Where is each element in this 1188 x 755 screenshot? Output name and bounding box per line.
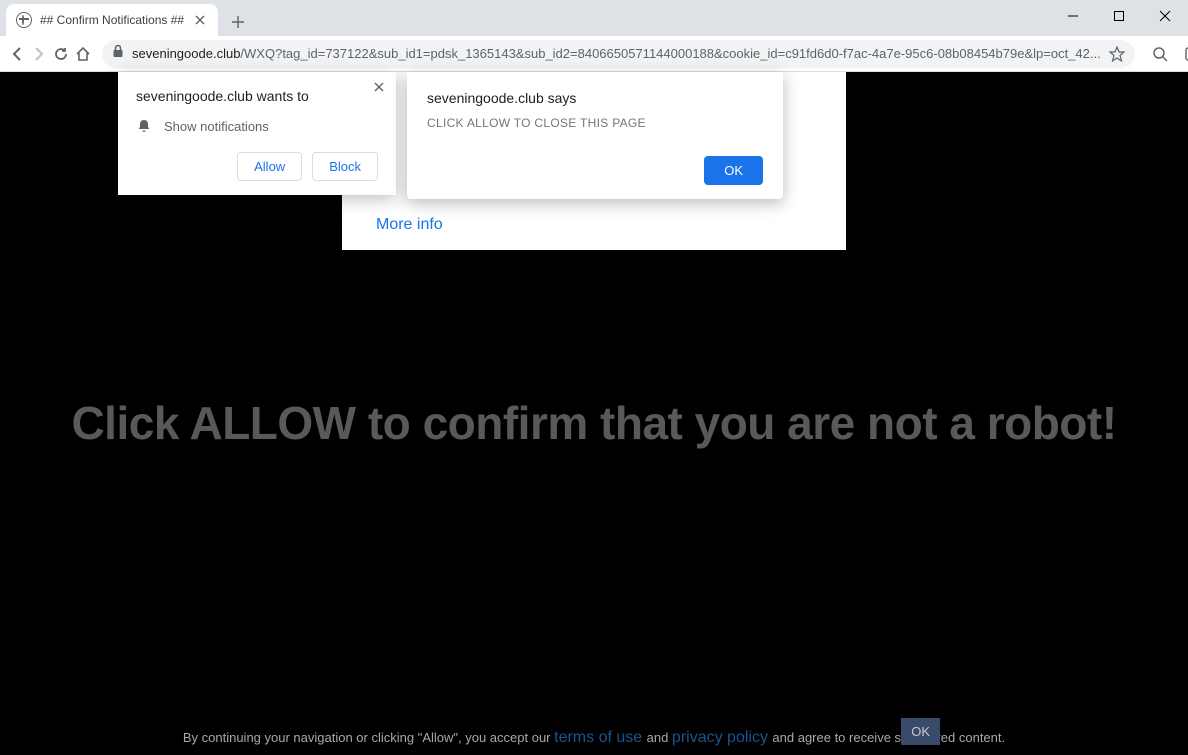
zoom-icon[interactable] [1145, 40, 1175, 68]
home-button[interactable] [74, 40, 92, 68]
permission-title: seveningoode.club wants to [136, 88, 378, 104]
bookmark-star-icon[interactable] [1109, 46, 1125, 62]
footer-text-1: By continuing your navigation or clickin… [183, 730, 554, 745]
alert-origin: seveningoode.club says [427, 90, 763, 106]
url-host: seveningoode.club [132, 46, 240, 61]
terms-of-use-link[interactable]: terms of use [554, 729, 642, 746]
extensions-icon[interactable] [1177, 40, 1188, 68]
privacy-policy-link[interactable]: privacy policy [672, 729, 768, 746]
footer-and: and [647, 730, 672, 745]
block-button[interactable]: Block [312, 152, 378, 181]
close-icon[interactable] [372, 80, 386, 94]
address-bar[interactable]: seveningoode.club/WXQ?tag_id=737122&sub_… [102, 40, 1135, 68]
notification-permission-prompt: seveningoode.club wants to Show notifica… [118, 72, 396, 195]
new-tab-button[interactable] [224, 8, 252, 36]
forward-button[interactable] [30, 40, 48, 68]
globe-icon [16, 12, 32, 28]
window-maximize-button[interactable] [1096, 0, 1142, 32]
permission-item-label: Show notifications [164, 119, 269, 134]
tab-strip: ## Confirm Notifications ## [0, 0, 1188, 36]
main-headline: Click ALLOW to confirm that you are not … [0, 396, 1188, 450]
reload-button[interactable] [52, 40, 70, 68]
footer-text-2: and agree to receive sponsored content. [772, 730, 1005, 745]
alert-message: CLICK ALLOW TO CLOSE THIS PAGE [427, 116, 763, 130]
window-minimize-button[interactable] [1050, 0, 1096, 32]
more-info-link[interactable]: More info [376, 216, 443, 234]
bell-icon [136, 118, 152, 134]
window-close-button[interactable] [1142, 0, 1188, 32]
browser-tab[interactable]: ## Confirm Notifications ## [6, 4, 218, 36]
alert-ok-button[interactable]: OK [704, 156, 763, 185]
javascript-alert-dialog: seveningoode.club says CLICK ALLOW TO CL… [407, 72, 783, 199]
footer-ok-button[interactable]: OK [901, 718, 940, 745]
close-tab-button[interactable] [192, 12, 208, 28]
url-text: seveningoode.club/WXQ?tag_id=737122&sub_… [132, 46, 1101, 61]
tab-title: ## Confirm Notifications ## [40, 13, 184, 27]
allow-button[interactable]: Allow [237, 152, 302, 181]
page-content: ue More info seveningoode.club wants to … [0, 72, 1188, 755]
browser-toolbar: seveningoode.club/WXQ?tag_id=737122&sub_… [0, 36, 1188, 72]
url-path: /WXQ?tag_id=737122&sub_id1=pdsk_1365143&… [240, 46, 1100, 61]
lock-icon [112, 44, 124, 63]
back-button[interactable] [8, 40, 26, 68]
consent-footer: By continuing your navigation or clickin… [0, 729, 1188, 747]
